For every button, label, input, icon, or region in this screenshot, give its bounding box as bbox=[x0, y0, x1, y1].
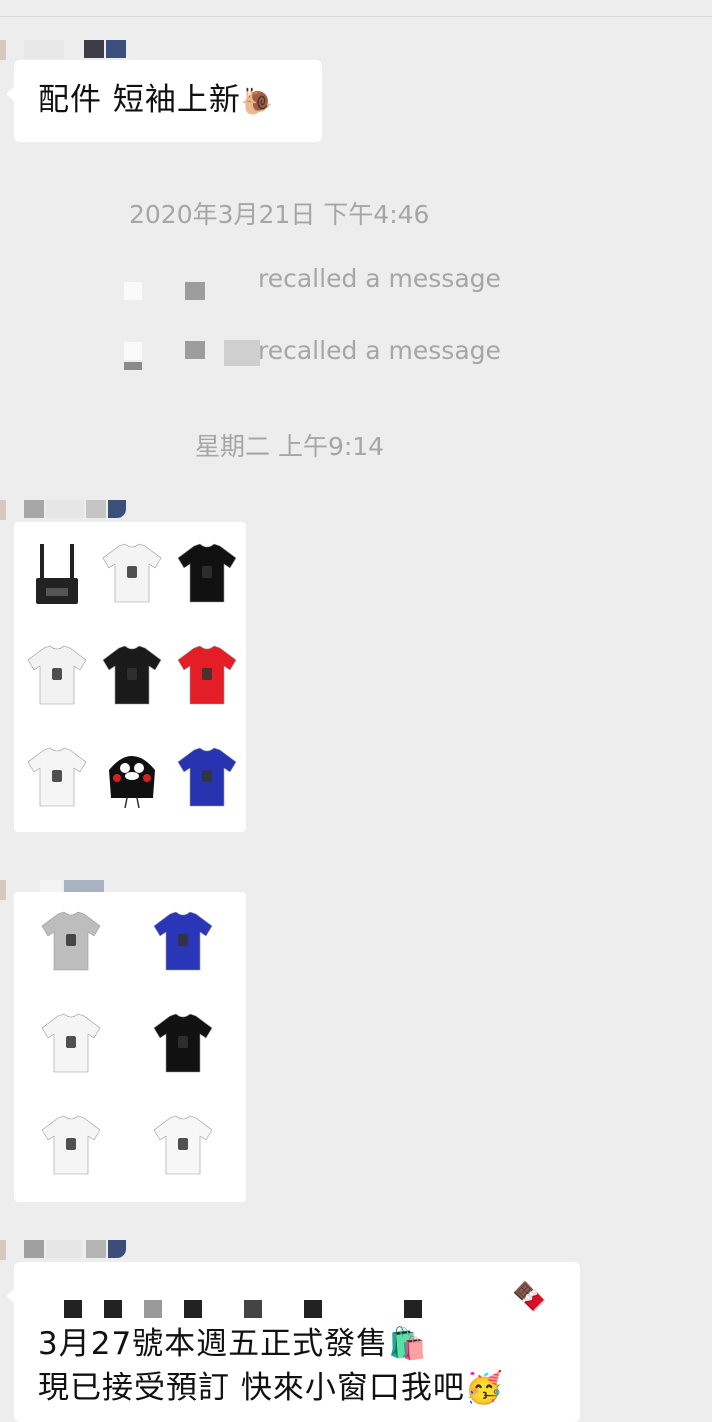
message-line: 現已接受預訂 快來小窗口我吧🥳 bbox=[38, 1370, 505, 1406]
avatar[interactable] bbox=[0, 1240, 6, 1260]
tshirt-icon bbox=[153, 1013, 213, 1073]
product-thumbnail bbox=[148, 1110, 218, 1184]
product-thumbnail bbox=[36, 906, 106, 980]
product-thumbnail bbox=[148, 906, 218, 980]
message-bubble[interactable]: 🍫 3月27號本週五正式發售🛍️ 現已接受預訂 快來小窗口我吧🥳 bbox=[6, 1262, 580, 1422]
masked-text bbox=[64, 1300, 82, 1318]
tshirt-icon bbox=[177, 543, 237, 603]
tshirt-icon bbox=[153, 1115, 213, 1175]
product-thumbnail bbox=[97, 538, 167, 612]
recall-notice: recalled a message bbox=[258, 336, 501, 365]
masked-text bbox=[104, 1300, 122, 1318]
masked-name bbox=[124, 362, 142, 370]
bubble-tail bbox=[6, 86, 15, 102]
tshirt-icon bbox=[27, 645, 87, 705]
overall-icon bbox=[36, 544, 78, 604]
product-thumbnail bbox=[97, 640, 167, 714]
masked-name bbox=[185, 341, 205, 359]
masked-text bbox=[404, 1300, 422, 1318]
avatar[interactable] bbox=[0, 40, 6, 60]
masked-text bbox=[244, 1300, 262, 1318]
product-thumbnail bbox=[148, 1008, 218, 1082]
message-text: 配件 短袖上新🐌 bbox=[38, 82, 275, 118]
tshirt-icon bbox=[41, 1013, 101, 1073]
tshirt-icon bbox=[102, 645, 162, 705]
avatar[interactable] bbox=[0, 500, 6, 520]
sender-name-masked bbox=[24, 500, 126, 518]
timestamp: 2020年3月21日 下午4:46 bbox=[129, 200, 430, 229]
product-thumbnail bbox=[172, 742, 242, 816]
shopping-bags-emoji: 🛍️ bbox=[388, 1326, 428, 1362]
product-thumbnail bbox=[172, 640, 242, 714]
masked-name bbox=[224, 340, 260, 366]
tshirt-icon bbox=[177, 747, 237, 807]
sender-name-masked bbox=[24, 40, 126, 58]
tshirt-icon bbox=[177, 645, 237, 705]
masked-name bbox=[124, 282, 142, 300]
hoodie-icon bbox=[109, 756, 155, 809]
product-thumbnail bbox=[22, 640, 92, 714]
tshirt-icon bbox=[102, 543, 162, 603]
tshirt-icon bbox=[153, 911, 213, 971]
product-thumbnail bbox=[36, 1008, 106, 1082]
top-divider bbox=[0, 16, 712, 17]
masked-name bbox=[185, 282, 205, 300]
product-thumbnail bbox=[36, 1110, 106, 1184]
bubble-tail bbox=[6, 1288, 15, 1304]
recall-notice: recalled a message bbox=[258, 264, 501, 293]
masked-text bbox=[304, 1300, 322, 1318]
timestamp: 星期二 上午9:14 bbox=[195, 432, 385, 461]
masked-name bbox=[124, 342, 142, 360]
party-face-emoji: 🥳 bbox=[464, 1370, 505, 1406]
product-thumbnail bbox=[172, 538, 242, 612]
product-thumbnail bbox=[22, 742, 92, 816]
image-message[interactable] bbox=[14, 892, 246, 1202]
masked-text bbox=[144, 1300, 162, 1318]
product-thumbnail bbox=[22, 538, 92, 612]
tshirt-icon bbox=[41, 911, 101, 971]
avatar[interactable] bbox=[0, 880, 6, 900]
chocolate-emoji: 🍫 bbox=[512, 1280, 547, 1313]
image-message[interactable] bbox=[14, 522, 246, 832]
product-thumbnail bbox=[97, 742, 167, 816]
snail-emoji: 🐌 bbox=[240, 87, 275, 117]
tshirt-icon bbox=[27, 747, 87, 807]
message-bubble[interactable]: 配件 短袖上新🐌 bbox=[6, 60, 322, 142]
tshirt-icon bbox=[41, 1115, 101, 1175]
sender-name-masked bbox=[24, 1240, 126, 1258]
message-line: 3月27號本週五正式發售🛍️ bbox=[38, 1326, 428, 1362]
masked-text bbox=[184, 1300, 202, 1318]
